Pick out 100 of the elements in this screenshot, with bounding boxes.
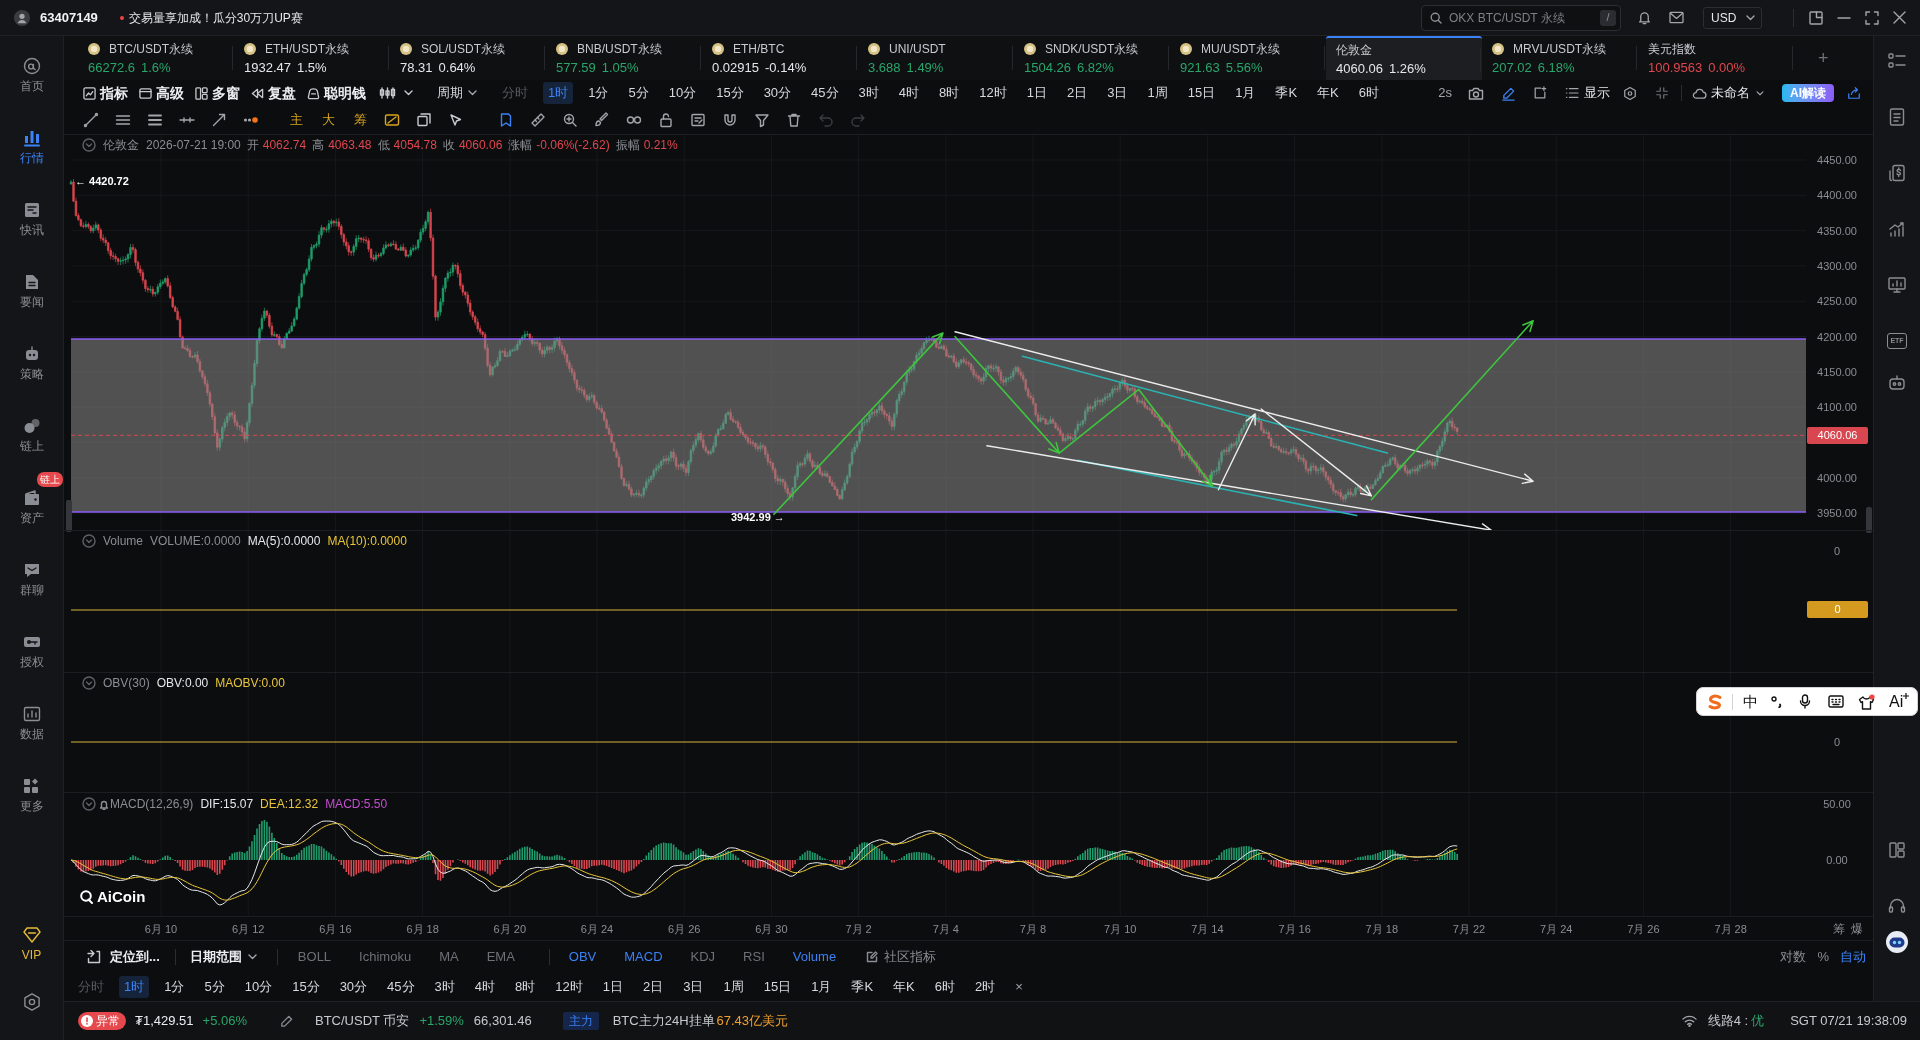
ruler-box-icon[interactable] (384, 112, 400, 128)
dollar-icon[interactable] (1887, 163, 1907, 183)
period-tab[interactable]: 30分 (758, 82, 797, 104)
scale-option[interactable]: 对数 (1780, 946, 1807, 967)
date-range-dropdown[interactable]: 日期范围 (189, 946, 257, 967)
period-tab[interactable]: 1时 (119, 975, 150, 998)
trend-arrows[interactable] (773, 320, 1534, 530)
period-tab[interactable]: 1月 (1230, 82, 1261, 104)
display-button[interactable]: 显示 (1565, 83, 1610, 103)
monitor-chart-icon[interactable] (1887, 275, 1907, 295)
period-tab[interactable]: 12时 (550, 975, 588, 998)
close-icon[interactable] (1893, 11, 1906, 24)
refresh-interval[interactable]: 2s (1438, 83, 1452, 103)
indicator-tab[interactable]: Volume (792, 946, 837, 967)
scale-option[interactable]: % (1817, 946, 1829, 967)
brush-icon[interactable] (594, 112, 610, 128)
indicator-tab[interactable]: EMA (486, 946, 515, 967)
indicator-tab[interactable]: MA (439, 946, 459, 967)
ticker-tab[interactable]: MU/USDT永续 921.63 5.56% (1170, 36, 1326, 80)
trash-icon[interactable] (786, 112, 802, 128)
punctuation-icon[interactable] (1771, 695, 1783, 708)
period-tab[interactable]: 45分 (806, 82, 844, 104)
tool-button[interactable]: 筹 (352, 112, 368, 128)
ticker-tab[interactable]: SOL/USDT永续 78.31 0.64% (390, 36, 546, 80)
period-tab[interactable]: 12时 (974, 82, 1012, 104)
indicator-tab[interactable]: OBV (568, 946, 597, 967)
add-window-icon[interactable] (1533, 86, 1547, 100)
period-tab[interactable]: 6时 (1353, 82, 1384, 104)
period-tab[interactable]: 30分 (334, 975, 373, 998)
period-tab[interactable]: 1分 (159, 975, 190, 998)
sidebar-item[interactable]: 快讯 (0, 183, 63, 255)
chevron-icon[interactable] (82, 534, 96, 548)
list-icon[interactable] (1887, 51, 1907, 71)
toolbar-button[interactable]: 多窗 (195, 82, 240, 104)
document-icon[interactable] (1887, 107, 1907, 127)
sidebar-item[interactable]: 策略 (0, 327, 63, 399)
alert-button[interactable]: 异常 (78, 1012, 126, 1030)
indicator-tab[interactable]: KDJ (690, 946, 716, 967)
sidebar-item[interactable]: 数据 (0, 687, 63, 759)
toolbar-button[interactable]: 指标 (83, 82, 128, 104)
sidebar-item[interactable]: 授权 (0, 615, 63, 687)
filter-icon[interactable] (754, 112, 770, 128)
indicator-tab[interactable]: BOLL (297, 946, 332, 967)
magnet-icon[interactable] (722, 112, 738, 128)
chevron-icon[interactable] (82, 797, 96, 811)
toolbar-button[interactable]: 高级 (139, 82, 184, 104)
period-tab[interactable]: 3日 (1102, 82, 1133, 104)
avatar-icon[interactable] (14, 9, 30, 26)
period-tab[interactable]: 8时 (510, 975, 541, 998)
arrow-line-icon[interactable] (211, 112, 227, 128)
sidebar-item[interactable]: 要闻 (0, 255, 63, 327)
chevron-icon[interactable] (82, 676, 96, 690)
locate-button[interactable]: 定位到... (86, 946, 160, 967)
period-tab[interactable]: 1月 (806, 975, 837, 998)
ticker-tab[interactable]: ETH/BTC 0.02915 -0.14% (702, 36, 858, 80)
assistant-icon[interactable] (1885, 930, 1909, 954)
period-tab[interactable]: 年K (888, 975, 920, 998)
sidebar-item[interactable]: 更多 (0, 759, 63, 831)
indicator-tab[interactable]: MACD (624, 946, 663, 967)
settings-icon[interactable] (1623, 85, 1637, 101)
period-tab[interactable]: 1分 (583, 82, 614, 104)
period-tab[interactable]: 8时 (934, 82, 965, 104)
collapse-icon[interactable] (1655, 86, 1669, 100)
ticker-tab[interactable]: UNI/USDT 3.688 1.49% (858, 36, 1014, 80)
period-tab[interactable]: 2日 (1062, 82, 1093, 104)
currency-dropdown[interactable]: USD (1703, 6, 1762, 29)
period-tab[interactable]: 5分 (199, 975, 230, 998)
period-tab[interactable]: 10分 (663, 82, 702, 104)
period-tab[interactable]: 1周 (1142, 82, 1173, 104)
bookmark-icon[interactable] (498, 112, 514, 128)
window-layout-icon[interactable] (1809, 10, 1823, 25)
shirt-icon[interactable] (1858, 693, 1875, 710)
period-tab[interactable]: 3时 (429, 975, 460, 998)
period-tab[interactable]: 4时 (469, 975, 501, 998)
period-tab[interactable]: 季K (846, 975, 879, 998)
menu-lines-icon[interactable] (147, 112, 163, 128)
sidebar-item[interactable]: 群聊 (0, 543, 63, 615)
ruler-icon[interactable] (530, 112, 546, 128)
expand-handle[interactable] (1866, 507, 1872, 533)
period-tab[interactable]: 6时 (929, 975, 960, 998)
collapse-handle[interactable] (66, 500, 72, 532)
minimize-icon[interactable] (1837, 16, 1851, 19)
scale-option[interactable]: 自动 (1840, 946, 1866, 967)
community-button[interactable]: 社区指标 (866, 946, 937, 967)
lock-icon[interactable] (658, 112, 674, 128)
period-tab[interactable]: 5分 (623, 82, 654, 104)
axis-button[interactable]: 筹 (1833, 921, 1845, 937)
axis-button[interactable]: 爆 (1851, 921, 1863, 937)
robot-icon[interactable] (1887, 373, 1907, 393)
period-tab[interactable]: 年K (1312, 82, 1344, 104)
layout-dropdown[interactable]: 未命名 (1692, 83, 1764, 103)
mail-icon[interactable] (1669, 11, 1684, 24)
indicator-tab[interactable]: Ichimoku (359, 946, 412, 967)
panel-icon[interactable] (1887, 840, 1907, 860)
bell-icon[interactable] (99, 798, 109, 810)
sidebar-item[interactable]: 首页 (0, 39, 63, 111)
headset-icon[interactable] (1887, 896, 1907, 916)
tool-button[interactable]: 主 (288, 112, 304, 128)
ticker-tab[interactable]: BTC/USDT永续 66272.6 1.6% (78, 36, 234, 80)
microphone-icon[interactable] (1799, 694, 1811, 709)
